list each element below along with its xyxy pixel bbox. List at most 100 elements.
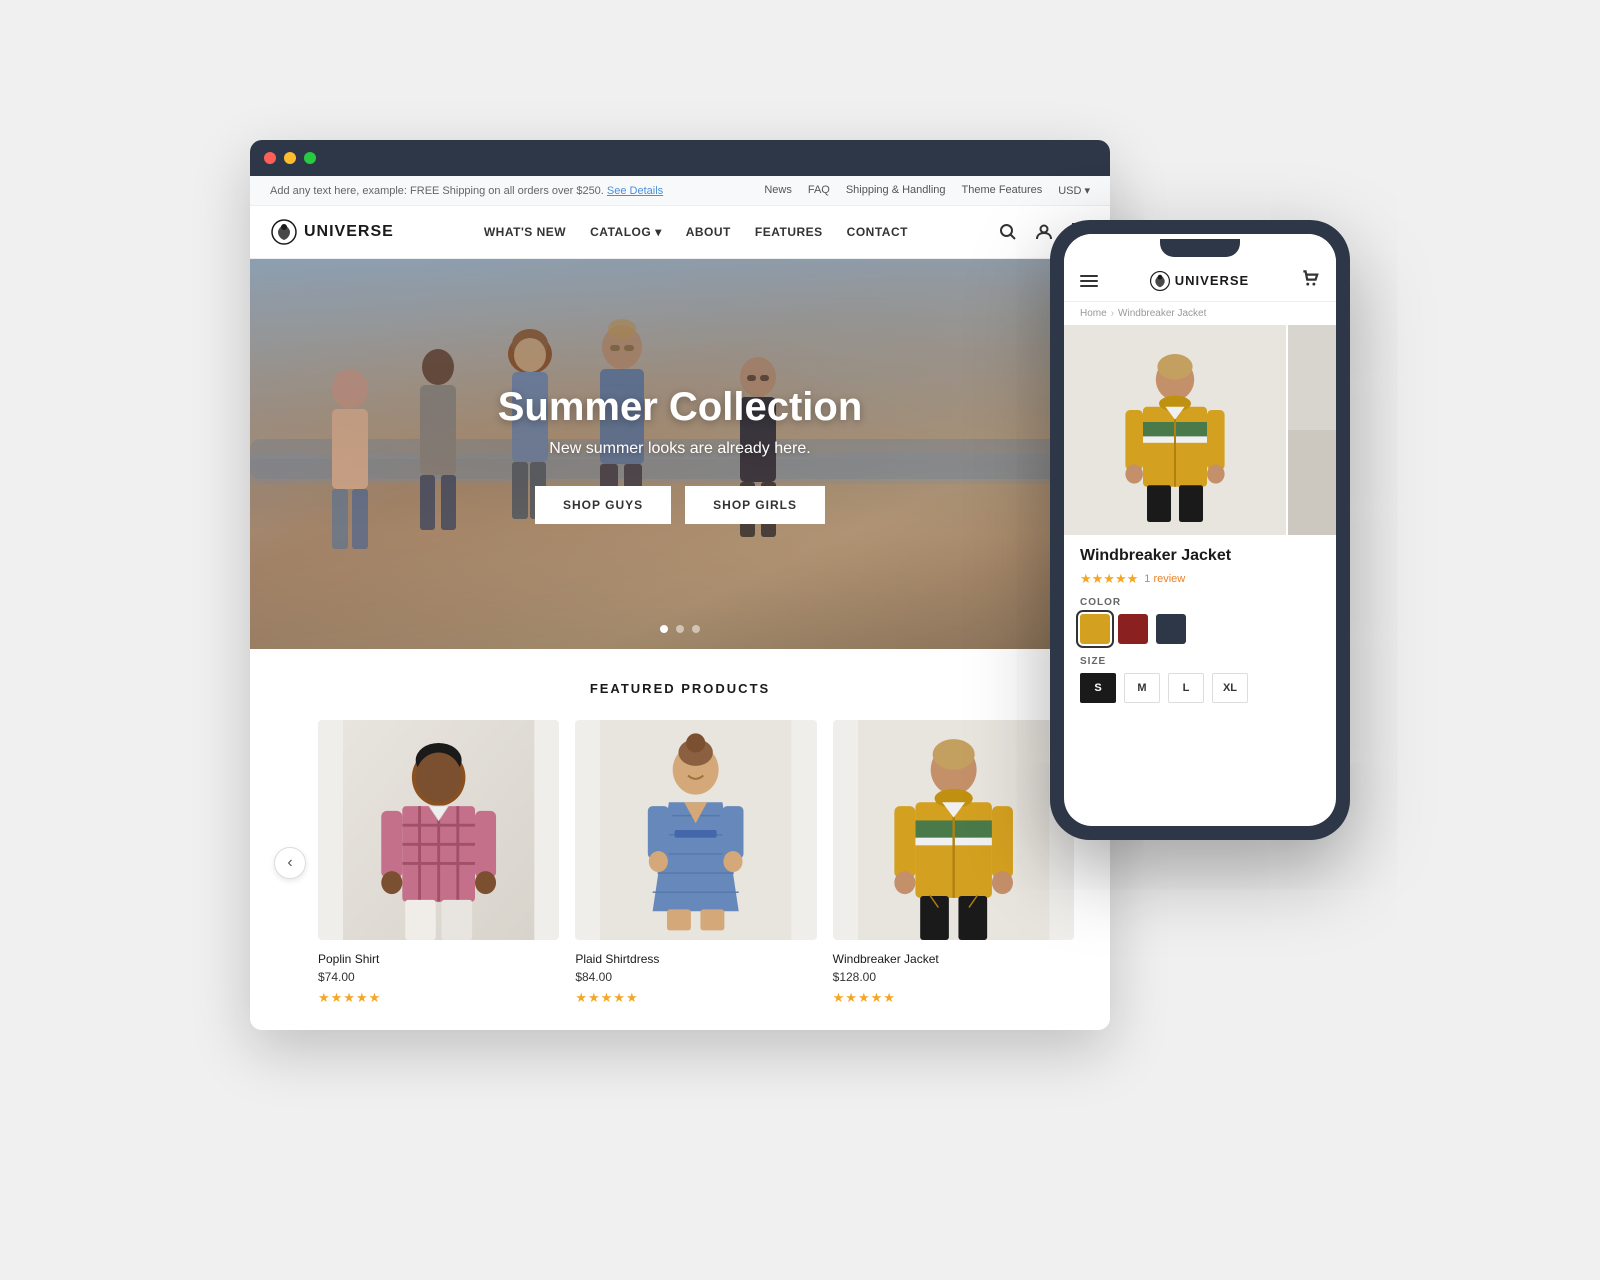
hero-dot-2[interactable] xyxy=(676,625,684,633)
phone-thumbnail-2[interactable] xyxy=(1286,430,1336,535)
nav-whats-new[interactable]: WHAT'S NEW xyxy=(484,225,566,239)
color-swatches xyxy=(1080,614,1320,644)
nav-about[interactable]: ABOUT xyxy=(686,225,731,239)
phone-logo[interactable]: UNIVERSE xyxy=(1149,270,1249,292)
banner-shipping[interactable]: Shipping & Handling xyxy=(846,184,946,197)
phone-color-section: COLOR xyxy=(1080,597,1320,644)
size-m-button[interactable]: M xyxy=(1124,673,1160,703)
logo-text: UNIVERSE xyxy=(304,223,394,241)
account-button[interactable] xyxy=(1034,222,1054,242)
product-image-2 xyxy=(575,720,816,940)
shop-girls-button[interactable]: SHOP GIRLS xyxy=(685,486,825,524)
promo-text: Add any text here, example: FREE Shippin… xyxy=(270,185,604,197)
phone-notch xyxy=(1064,234,1336,262)
phone-size-section: SIZE S M L XL xyxy=(1080,656,1320,703)
shop-guys-button[interactable]: SHOP GUYS xyxy=(535,486,671,524)
phone-product-images xyxy=(1064,325,1336,535)
logo[interactable]: UNIVERSE xyxy=(270,218,394,246)
menu-line-1 xyxy=(1080,275,1098,277)
product-image-1 xyxy=(318,720,559,940)
header-nav: UNIVERSE WHAT'S NEW CATALOG ▾ ABOUT FEAT… xyxy=(250,206,1110,259)
color-swatch-dark[interactable] xyxy=(1156,614,1186,644)
featured-section: FEATURED PRODUCTS ‹ xyxy=(250,649,1110,1030)
nav-features[interactable]: FEATURES xyxy=(755,225,823,239)
nav-links: WHAT'S NEW CATALOG ▾ ABOUT FEATURES CONT… xyxy=(484,225,908,239)
nav-contact[interactable]: CONTACT xyxy=(847,225,908,239)
banner-news[interactable]: News xyxy=(764,184,792,197)
phone-product-title: Windbreaker Jacket xyxy=(1080,547,1320,565)
nav-catalog[interactable]: CATALOG ▾ xyxy=(590,225,662,239)
color-label: COLOR xyxy=(1080,597,1320,608)
size-xl-button[interactable]: XL xyxy=(1212,673,1248,703)
phone-thumbnails xyxy=(1286,325,1336,535)
size-s-button[interactable]: S xyxy=(1080,673,1116,703)
currency-selector[interactable]: USD ▾ xyxy=(1058,184,1090,197)
product-price-3: $128.00 xyxy=(833,970,1074,984)
phone-review-count[interactable]: 1 review xyxy=(1144,573,1185,585)
product-image-3 xyxy=(833,720,1074,940)
product-stars-2: ★★★★★ xyxy=(575,990,816,1006)
product-name-2: Plaid Shirtdress xyxy=(575,952,816,966)
product-stars-1: ★★★★★ xyxy=(318,990,559,1006)
browser-maximize-dot[interactable] xyxy=(304,152,316,164)
desktop-browser: Add any text here, example: FREE Shippin… xyxy=(250,140,1110,1030)
color-swatch-gold[interactable] xyxy=(1080,614,1110,644)
phone-stars: ★★★★★ xyxy=(1080,571,1138,587)
hero-title: Summer Collection xyxy=(498,385,863,430)
hero-section: Summer Collection New summer looks are a… xyxy=(250,259,1110,649)
size-label: SIZE xyxy=(1080,656,1320,667)
size-options: S M L XL xyxy=(1080,673,1320,703)
banner-links: News FAQ Shipping & Handling Theme Featu… xyxy=(764,184,1090,197)
product-figure-dress xyxy=(575,720,816,940)
top-banner: Add any text here, example: FREE Shippin… xyxy=(250,176,1110,206)
browser-content: Add any text here, example: FREE Shippin… xyxy=(250,176,1110,1030)
hero-dot-1[interactable] xyxy=(660,625,668,633)
phone-cart-button[interactable] xyxy=(1300,268,1320,293)
notch-bar xyxy=(1160,239,1240,257)
product-name-3: Windbreaker Jacket xyxy=(833,952,1074,966)
catalog-chevron: ▾ xyxy=(655,225,662,239)
product-name-1: Poplin Shirt xyxy=(318,952,559,966)
products-grid: Poplin Shirt $74.00 ★★★★★ xyxy=(306,720,1086,1006)
breadcrumb-current: Windbreaker Jacket xyxy=(1118,308,1206,319)
featured-title: FEATURED PRODUCTS xyxy=(274,681,1086,696)
phone-breadcrumb: Home › Windbreaker Jacket xyxy=(1064,302,1336,325)
mobile-phone: UNIVERSE Home › Windbreaker Jacket xyxy=(1050,220,1350,840)
product-price-2: $84.00 xyxy=(575,970,816,984)
product-figure-jacket xyxy=(833,720,1074,940)
size-l-button[interactable]: L xyxy=(1168,673,1204,703)
browser-minimize-dot[interactable] xyxy=(284,152,296,164)
phone-main-image xyxy=(1064,325,1286,535)
product-card-2[interactable]: Plaid Shirtdress $84.00 ★★★★★ xyxy=(575,720,816,1006)
menu-line-3 xyxy=(1080,285,1098,287)
product-card-1[interactable]: Poplin Shirt $74.00 ★★★★★ xyxy=(318,720,559,1006)
products-row: ‹ xyxy=(274,720,1086,1006)
promo-link[interactable]: See Details xyxy=(607,185,663,197)
browser-chrome xyxy=(250,140,1110,176)
banner-promo: Add any text here, example: FREE Shippin… xyxy=(270,185,663,197)
phone-header: UNIVERSE xyxy=(1064,262,1336,302)
product-price-1: $74.00 xyxy=(318,970,559,984)
banner-theme[interactable]: Theme Features xyxy=(962,184,1043,197)
hero-dot-3[interactable] xyxy=(692,625,700,633)
phone-thumbnail-1[interactable] xyxy=(1286,325,1336,430)
product-figure-shirt xyxy=(318,720,559,940)
phone-jacket-figure xyxy=(1095,330,1255,530)
hero-subtitle: New summer looks are already here. xyxy=(498,440,863,458)
browser-close-dot[interactable] xyxy=(264,152,276,164)
search-button[interactable] xyxy=(998,222,1018,242)
breadcrumb-separator: › xyxy=(1111,308,1114,319)
carousel-prev-button[interactable]: ‹ xyxy=(274,847,306,879)
logo-icon xyxy=(270,218,298,246)
phone-product-info: Windbreaker Jacket ★★★★★ 1 review COLOR … xyxy=(1064,535,1336,826)
banner-faq[interactable]: FAQ xyxy=(808,184,830,197)
phone-screen: UNIVERSE Home › Windbreaker Jacket xyxy=(1064,234,1336,826)
product-stars-3: ★★★★★ xyxy=(833,990,1074,1006)
hero-buttons: SHOP GUYS SHOP GIRLS xyxy=(498,486,863,524)
product-card-3[interactable]: Windbreaker Jacket $128.00 ★★★★★ xyxy=(833,720,1074,1006)
menu-line-2 xyxy=(1080,280,1098,282)
breadcrumb-home[interactable]: Home xyxy=(1080,308,1107,319)
color-swatch-red[interactable] xyxy=(1118,614,1148,644)
phone-logo-text: UNIVERSE xyxy=(1175,273,1249,288)
hamburger-menu-button[interactable] xyxy=(1080,275,1098,287)
